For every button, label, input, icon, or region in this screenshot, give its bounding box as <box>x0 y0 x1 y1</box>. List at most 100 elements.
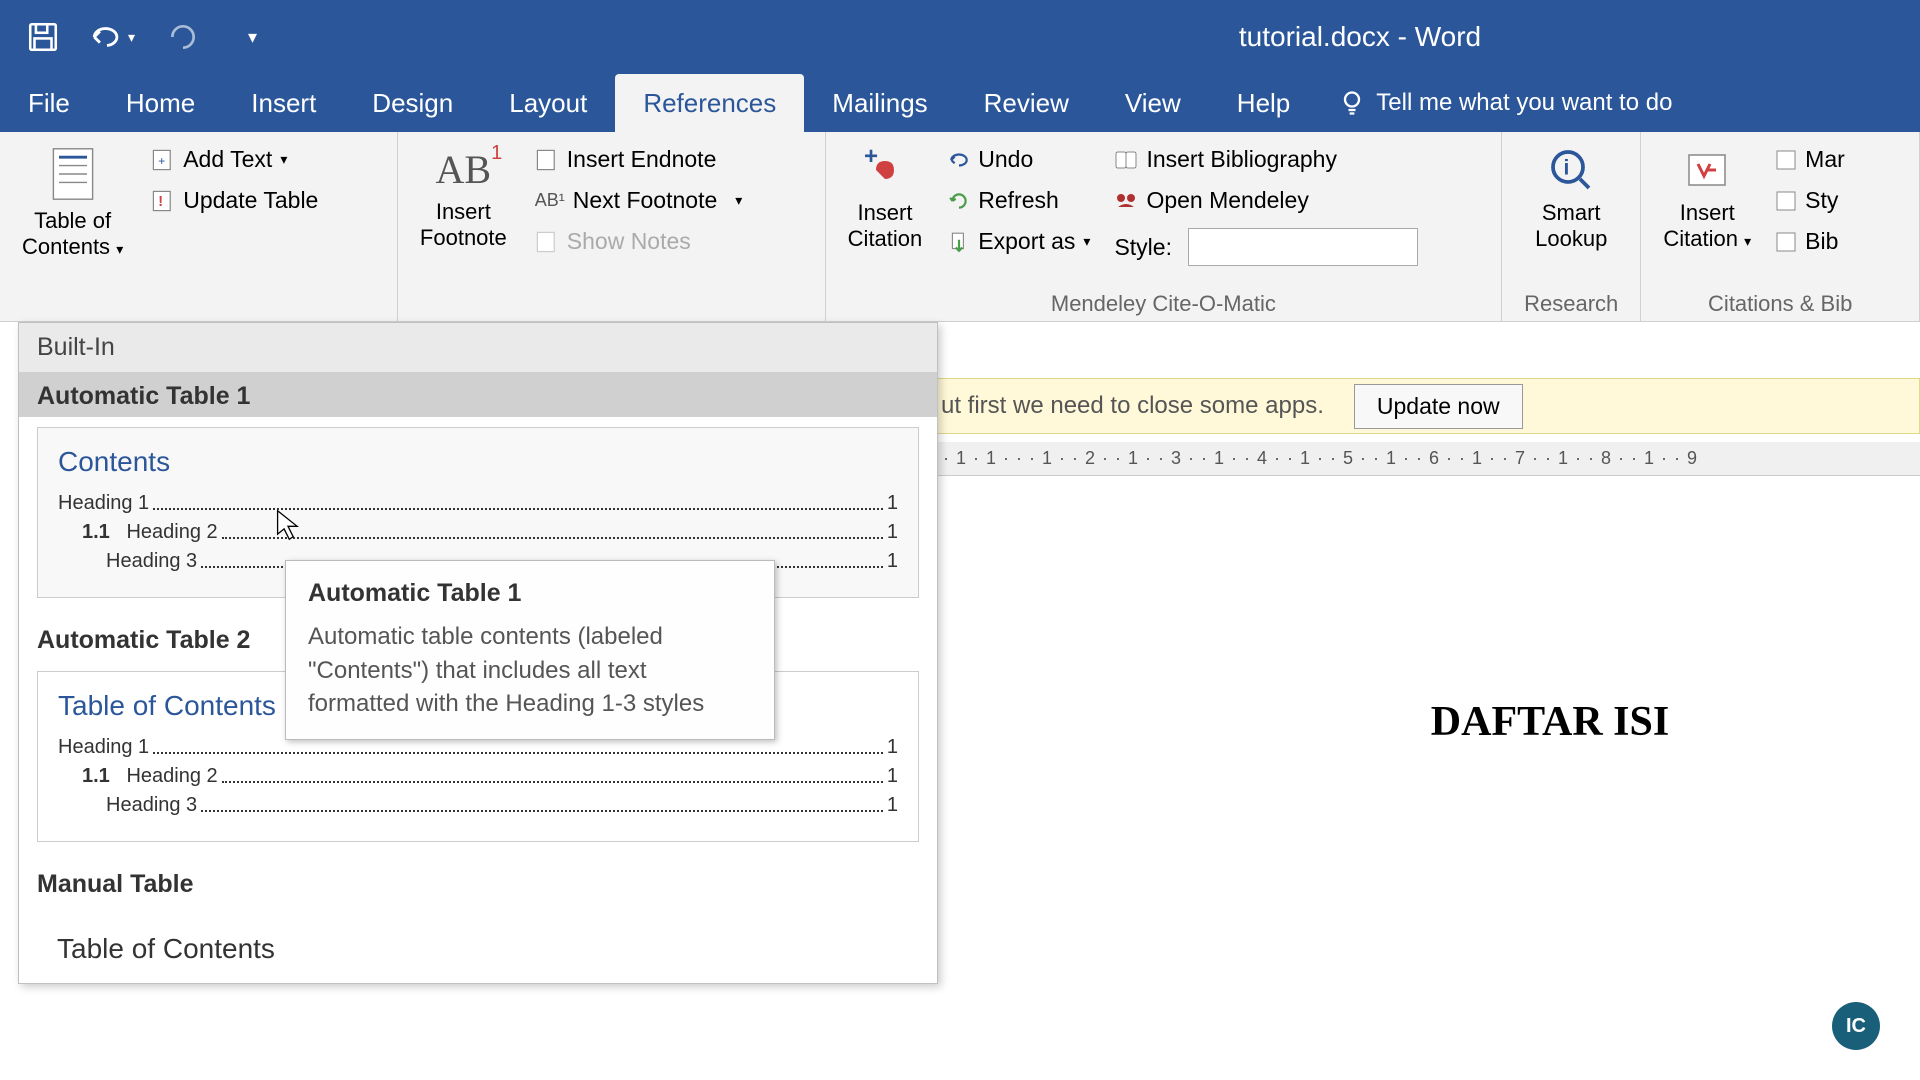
sources-icon <box>1775 149 1797 171</box>
svg-text:+: + <box>158 153 165 167</box>
update-table-button[interactable]: ! Update Table <box>143 181 326 220</box>
tab-view[interactable]: View <box>1097 74 1209 132</box>
tab-mailings[interactable]: Mailings <box>804 74 955 132</box>
horizontal-ruler[interactable]: · · 1 · 1 · · · 1 · · 2 · · 1 · · 3 · · … <box>920 442 1920 476</box>
tell-me-search[interactable]: Tell me what you want to do <box>1318 74 1692 132</box>
insert-citation-label: Insert Citation <box>848 200 923 253</box>
insert-bibliography-button[interactable]: Insert Bibliography <box>1106 140 1426 179</box>
dropdown-item-manual[interactable]: Manual Table <box>19 860 937 905</box>
style-selector: Style: <box>1106 222 1426 272</box>
document-page[interactable]: DAFTAR ISI <box>940 478 1920 1080</box>
tab-review[interactable]: Review <box>956 74 1097 132</box>
undo-mendeley-button[interactable]: Undo <box>940 140 1098 179</box>
style-dropdown[interactable] <box>1188 228 1418 266</box>
tab-help[interactable]: Help <box>1209 74 1318 132</box>
add-text-icon: + <box>151 148 175 172</box>
document-heading: DAFTAR ISI <box>1240 698 1860 746</box>
manage-sources-button[interactable]: Mar <box>1767 140 1853 179</box>
preview-contents-title: Contents <box>58 446 898 478</box>
insert-citation-button[interactable]: Insert Citation ▾ <box>1653 140 1761 261</box>
show-notes-button: Show Notes <box>527 222 751 261</box>
smart-lookup-icon: i <box>1547 146 1595 194</box>
undo-label: Undo <box>978 146 1033 173</box>
refresh-label: Refresh <box>978 187 1059 214</box>
export-icon <box>948 231 970 253</box>
bibliography-icon <box>1114 149 1138 171</box>
citations-group-label: Citations & Bib <box>1641 291 1919 317</box>
insert-endnote-button[interactable]: Insert Endnote <box>527 140 751 179</box>
group-citations: Insert Citation ▾ Mar Sty Bib Citations … <box>1641 132 1920 321</box>
qat-customize[interactable]: ▾ <box>230 15 275 60</box>
insert-citation-mendeley-button[interactable]: + Insert Citation <box>838 140 933 272</box>
svg-text:+: + <box>864 146 878 170</box>
insert-citation-icon <box>1683 146 1731 194</box>
table-of-contents-button[interactable]: Table of Contents ▾ <box>12 140 133 267</box>
insert-footnote-button[interactable]: AB1 Insert Footnote <box>410 140 517 261</box>
toc-h2: Heading 2 <box>126 521 217 543</box>
window-title: tutorial.docx - Word <box>1239 21 1481 53</box>
update-table-icon: ! <box>151 189 175 213</box>
show-notes-label: Show Notes <box>567 228 691 255</box>
group-toc: Table of Contents ▾ + Add Text ▾ ! Updat… <box>0 132 398 321</box>
tab-layout[interactable]: Layout <box>481 74 615 132</box>
notification-bar: ut first we need to close some apps. Upd… <box>920 378 1920 434</box>
smart-lookup-button[interactable]: i Smart Lookup <box>1514 140 1628 259</box>
style-icon <box>1775 190 1797 212</box>
group-research: i Smart Lookup Research <box>1502 132 1641 321</box>
tooltip-auto1: Automatic Table 1 Automatic table conten… <box>285 560 775 740</box>
refresh-icon <box>948 190 970 212</box>
tab-design[interactable]: Design <box>344 74 481 132</box>
bib-icon <box>1775 231 1797 253</box>
tab-file[interactable]: File <box>0 74 98 132</box>
ribbon-tabs: File Home Insert Design Layout Reference… <box>0 74 1920 132</box>
next-footnote-label: Next Footnote <box>573 187 717 214</box>
lightbulb-icon <box>1338 89 1366 117</box>
dropdown-item-auto1[interactable]: Automatic Table 1 <box>19 372 937 417</box>
mouse-cursor <box>275 508 301 542</box>
next-footnote-button[interactable]: AB¹ Next Footnote ▾ <box>527 181 751 220</box>
toc-icon <box>49 146 97 202</box>
open-mendeley-label: Open Mendeley <box>1146 187 1308 214</box>
insert-endnote-label: Insert Endnote <box>567 146 717 173</box>
redo-button[interactable] <box>160 15 205 60</box>
update-table-label: Update Table <box>183 187 318 214</box>
show-notes-icon <box>535 230 559 254</box>
add-text-label: Add Text <box>183 146 272 173</box>
citation-style-button[interactable]: Sty <box>1767 181 1853 220</box>
citation-icon: + <box>861 146 909 194</box>
tooltip-description: Automatic table contents (labeled "Conte… <box>308 620 752 721</box>
refresh-mendeley-button[interactable]: Refresh <box>940 181 1098 220</box>
dropdown-builtin-header: Built-In <box>19 323 937 372</box>
export-as-button[interactable]: Export as ▾ <box>940 222 1098 261</box>
tell-me-label: Tell me what you want to do <box>1376 89 1672 117</box>
toc-h3: Heading 3 <box>106 550 197 573</box>
insert-footnote-label: Insert Footnote <box>420 199 507 252</box>
tab-references[interactable]: References <box>615 74 804 132</box>
mendeley-icon <box>1114 190 1138 212</box>
group-footnotes: AB1 Insert Footnote Insert Endnote AB¹ N… <box>398 132 826 321</box>
tab-home[interactable]: Home <box>98 74 223 132</box>
tab-insert[interactable]: Insert <box>223 74 344 132</box>
footnote-icon: AB1 <box>436 146 492 193</box>
toc-h1: Heading 1 <box>58 492 149 515</box>
mendeley-group-label: Mendeley Cite-O-Matic <box>826 291 1501 317</box>
open-mendeley-button[interactable]: Open Mendeley <box>1106 181 1426 220</box>
title-bar: ▾ ▾ tutorial.docx - Word <box>0 0 1920 74</box>
svg-text:!: ! <box>158 193 163 209</box>
style-label: Style: <box>1114 234 1172 261</box>
preview-manual[interactable]: Table of Contents <box>37 915 919 965</box>
preview-manual-title: Table of Contents <box>57 933 899 965</box>
undo-button[interactable]: ▾ <box>90 15 135 60</box>
tooltip-title: Automatic Table 1 <box>308 579 752 608</box>
add-text-button[interactable]: + Add Text ▾ <box>143 140 326 179</box>
toc-label: Table of Contents <box>22 208 111 259</box>
undo-icon <box>948 149 970 171</box>
update-now-button[interactable]: Update now <box>1354 384 1523 429</box>
quick-access-toolbar: ▾ ▾ <box>20 15 275 60</box>
notification-text: ut first we need to close some apps. <box>941 392 1324 420</box>
ic-badge: IC <box>1832 1002 1880 1050</box>
save-button[interactable] <box>20 15 65 60</box>
ribbon: Table of Contents ▾ + Add Text ▾ ! Updat… <box>0 132 1920 322</box>
bibliography-button[interactable]: Bib <box>1767 222 1853 261</box>
smart-lookup-label: Smart Lookup <box>1535 200 1607 253</box>
